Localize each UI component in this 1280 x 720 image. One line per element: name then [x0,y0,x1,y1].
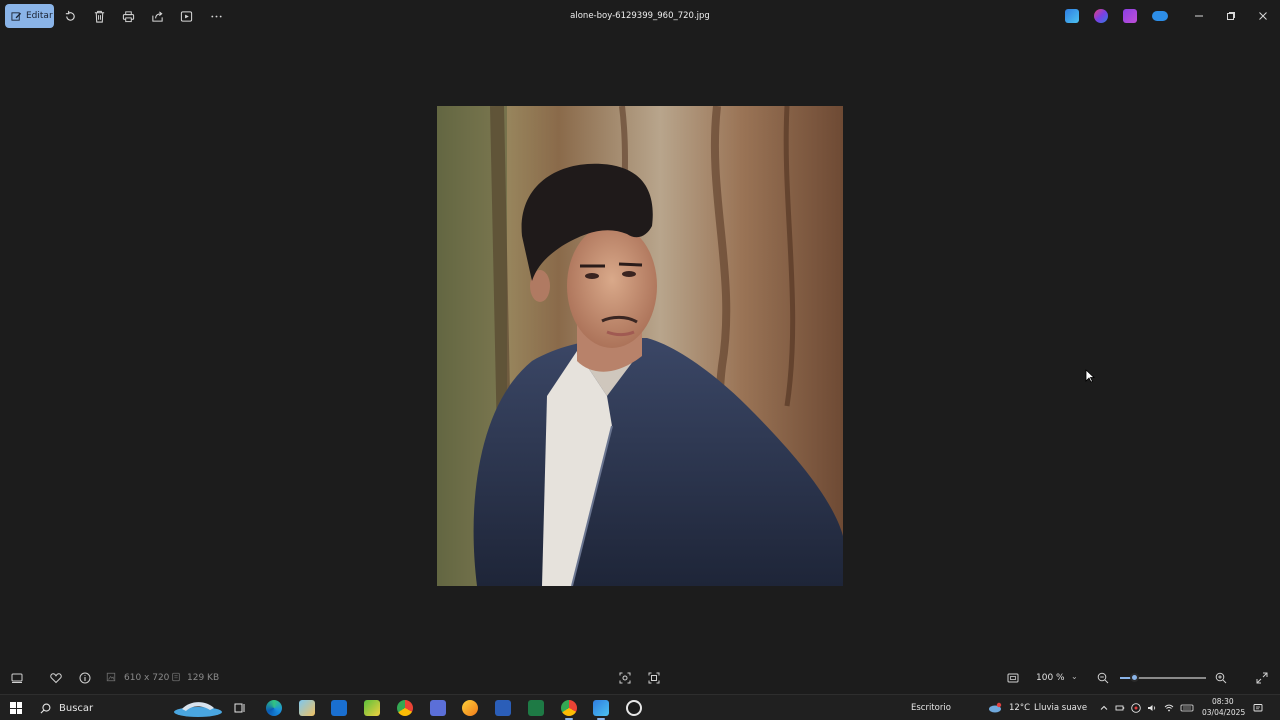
task-view-icon[interactable] [232,700,248,716]
image-dimensions: 610 x 720 [124,673,170,683]
zoom-out-icon[interactable] [1096,671,1110,685]
filmstrip-icon[interactable] [10,671,24,685]
file-size-icon [171,672,181,682]
edit-button-label: Editar [26,11,53,21]
clock-date[interactable]: 03/04/2025 [1202,708,1245,717]
dimensions-icon [106,672,116,682]
weather-icon[interactable] [988,702,1002,714]
photos-app-window: Editar alone-boy-6129399_960_720.jpg 610… [0,0,1280,694]
start-button[interactable] [10,702,22,714]
print-icon[interactable] [120,8,136,24]
more-icon[interactable] [208,8,224,24]
maximize-icon[interactable] [1222,7,1240,25]
weather-temperature[interactable]: 12°C [1009,703,1030,713]
battery-icon[interactable] [1115,703,1125,713]
edit-button[interactable]: Editar [5,4,54,28]
obs-tray-icon[interactable] [1131,703,1141,713]
store-icon[interactable] [331,700,347,716]
chrome-icon[interactable] [397,700,413,716]
paint-icon[interactable] [299,700,315,716]
clipchamp-video-icon[interactable] [1123,9,1137,23]
share-icon[interactable] [149,8,165,24]
copilot-icon[interactable] [1094,9,1108,23]
ocr-scan-icon[interactable] [647,671,661,685]
search-icon [40,703,51,713]
zoom-slider-thumb[interactable] [1130,673,1139,682]
edge-icon[interactable] [266,700,282,716]
clock-time[interactable]: 08:30 [1212,697,1234,706]
volume-icon[interactable] [1147,703,1157,713]
zoom-in-icon[interactable] [1214,671,1228,685]
remote-desktop-icon[interactable] [430,700,446,716]
photos-icon[interactable] [593,700,609,716]
portrait-illustration [437,106,843,586]
wifi-icon[interactable] [1164,703,1174,713]
visual-search-icon[interactable] [618,671,632,685]
info-icon[interactable] [78,671,92,685]
excel-icon[interactable] [528,700,544,716]
favorite-icon[interactable] [49,671,63,685]
obs-icon[interactable] [626,700,642,716]
close-icon[interactable] [1254,7,1272,25]
top-toolbar: Editar alone-boy-6129399_960_720.jpg [0,0,1280,34]
fullscreen-icon[interactable] [1255,671,1269,685]
bottom-bar: 610 x 720 129 KB 100 % ⌄ [0,662,1280,694]
window-title: alone-boy-6129399_960_720.jpg [570,11,710,21]
onedrive-icon[interactable] [1152,11,1168,21]
notifications-icon[interactable] [1253,703,1263,713]
search-highlight-illustration [174,702,222,717]
chevron-up-icon[interactable] [1099,703,1109,713]
minimize-icon[interactable] [1190,7,1208,25]
keyboard-icon[interactable] [1180,703,1194,713]
weather-description[interactable]: Lluvia suave [1034,703,1087,713]
chrome-profile-icon[interactable] [561,700,577,716]
file-size: 129 KB [187,673,220,683]
file-explorer-icon[interactable] [462,700,478,716]
word-icon[interactable] [495,700,511,716]
notepad-plus-icon[interactable] [364,700,380,716]
clipchamp-icon[interactable] [1065,9,1079,23]
windows-taskbar: Buscar Escritorio 12°C Lluvia suave 08:3… [0,694,1280,720]
mouse-cursor-icon [1085,369,1095,383]
displayed-photo[interactable] [437,106,843,586]
slideshow-icon[interactable] [178,8,194,24]
rotate-icon[interactable] [62,8,78,24]
delete-icon[interactable] [91,8,107,24]
search-label: Buscar [59,702,94,714]
chevron-down-icon[interactable]: ⌄ [1071,672,1078,681]
desktop-label[interactable]: Escritorio [911,703,951,713]
edit-icon [11,11,22,21]
fit-to-window-icon[interactable] [1006,671,1020,685]
zoom-level[interactable]: 100 % [1036,673,1065,683]
